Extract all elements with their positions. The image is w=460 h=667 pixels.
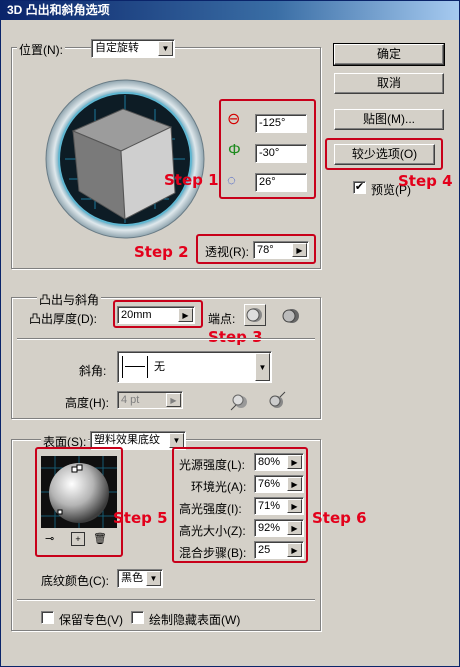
surface-value: 塑料效果底纹 <box>94 434 160 446</box>
blend-steps-field[interactable]: 25 ▶ <box>254 541 304 559</box>
blend-steps-label: 混合步骤(B): <box>179 546 247 560</box>
bevel-height-field[interactable]: 4 pt ▶ <box>117 391 183 409</box>
shade-color-select[interactable]: 黑色 ▼ <box>117 569 163 588</box>
title-bar: 3D 凸出和斜角选项 <box>1 1 459 20</box>
preview-checkbox[interactable]: ✔ <box>353 181 366 194</box>
highlight-intensity-field[interactable]: 71% ▶ <box>254 497 304 515</box>
light-intensity-label: 光源强度(L): <box>179 458 246 472</box>
extrude-separator <box>17 338 315 340</box>
rotation-y-value: -30° <box>259 147 280 159</box>
ambient-light-label: 环境光(A): <box>191 480 247 494</box>
triangle-right-icon: ▶ <box>287 499 302 513</box>
draw-hidden-checkbox[interactable] <box>131 611 144 624</box>
map-art-button[interactable]: 贴图(M)... <box>334 109 444 130</box>
step2-annotation: Step 2 <box>134 243 189 261</box>
bevel-height-label: 高度(H): <box>65 396 109 410</box>
position-preset-select[interactable]: 自定旋转 ▼ <box>91 39 175 58</box>
light-intensity-value: 80% <box>258 456 281 468</box>
cap-on-icon <box>246 308 262 322</box>
rotation-y-field[interactable]: -30° <box>255 144 307 163</box>
fewer-options-button[interactable]: 较少选项(O) <box>334 144 435 165</box>
ok-button[interactable]: 确定 <box>333 43 445 66</box>
rotation-track-cube[interactable] <box>45 79 205 239</box>
highlight-size-value: 92% <box>258 522 281 534</box>
ambient-light-field[interactable]: 76% ▶ <box>254 475 304 493</box>
triangle-right-icon: ▶ <box>287 455 302 469</box>
extrude-depth-value: 20mm <box>121 309 152 321</box>
lighting-preview[interactable] <box>41 456 117 528</box>
highlight-intensity-value: 71% <box>258 500 281 512</box>
step4-annotation: Step 4 <box>398 172 453 190</box>
highlight-intensity-label: 高光强度(I): <box>179 502 242 516</box>
rotate-z-icon: ◌ <box>227 172 236 189</box>
bevel-in-button[interactable] <box>265 390 287 412</box>
shade-color-value: 黑色 <box>121 572 143 584</box>
triangle-right-icon: ▶ <box>287 521 302 535</box>
surface-separator <box>17 599 315 601</box>
blend-steps-value: 25 <box>258 544 271 556</box>
position-label: 位置(N): <box>17 41 65 58</box>
chevron-down-icon: ▼ <box>169 433 184 448</box>
preserve-spot-label: 保留专色(V) <box>59 613 123 627</box>
step6-annotation: Step 6 <box>312 509 367 527</box>
triangle-right-icon: ▶ <box>178 308 193 322</box>
position-preset-value: 自定旋转 <box>95 42 139 54</box>
bevel-label: 斜角: <box>79 364 107 378</box>
extrude-group-title: 凸出与斜角 <box>37 291 102 308</box>
dialog-window: 3D 凸出和斜角选项 位置(N): 自定旋转 ▼ ⊖ -125° Φ -30° … <box>0 0 460 667</box>
triangle-right-icon: ▶ <box>287 477 302 491</box>
move-light-back-button[interactable]: ⊸ <box>45 532 61 546</box>
triangle-right-icon: ▶ <box>292 243 307 257</box>
delete-light-button[interactable]: 🗑 <box>93 532 107 546</box>
bevel-height-value: 4 pt <box>121 394 140 406</box>
bevel-preview-icon <box>122 356 148 378</box>
triangle-right-icon: ▶ <box>166 393 181 407</box>
bevel-in-icon <box>269 391 286 408</box>
step1-annotation: Step 1 <box>164 171 219 189</box>
cap-on-button[interactable] <box>244 304 266 326</box>
track-cube-icon <box>45 79 205 239</box>
rotation-x-value: -125° <box>259 117 286 129</box>
bevel-out-icon <box>230 394 247 411</box>
step5-annotation: Step 5 <box>113 509 168 527</box>
light-intensity-field[interactable]: 80% ▶ <box>254 453 304 471</box>
shade-color-label: 底纹颜色(C): <box>41 574 109 588</box>
triangle-right-icon: ▶ <box>287 543 302 557</box>
cap-off-button[interactable] <box>281 306 301 326</box>
rotation-z-value: 26° <box>259 176 276 188</box>
draw-hidden-label: 绘制隐藏表面(W) <box>149 613 241 627</box>
extrude-depth-field[interactable]: 20mm ▶ <box>117 306 195 324</box>
ambient-light-value: 76% <box>258 478 281 490</box>
perspective-value: 78° <box>257 244 274 256</box>
bevel-out-button[interactable] <box>229 390 251 412</box>
extrude-depth-label: 凸出厚度(D): <box>29 312 97 326</box>
chevron-down-icon: ▼ <box>146 571 161 586</box>
rotation-x-field[interactable]: -125° <box>255 114 307 133</box>
perspective-field[interactable]: 78° ▶ <box>253 241 309 259</box>
lighting-sphere-icon <box>41 456 117 528</box>
cap-off-icon <box>282 309 299 323</box>
rotation-z-field[interactable]: 26° <box>255 173 307 192</box>
step3-annotation: Step 3 <box>208 328 263 346</box>
rotate-y-icon: Φ <box>228 142 241 159</box>
preserve-spot-checkbox[interactable] <box>41 611 54 624</box>
perspective-label: 透视(R): <box>205 245 249 259</box>
chevron-down-icon: ▼ <box>255 353 270 381</box>
cancel-button[interactable]: 取消 <box>334 73 444 94</box>
cap-label: 端点: <box>208 312 236 326</box>
highlight-size-label: 高光大小(Z): <box>179 524 246 538</box>
new-light-button[interactable]: + <box>71 532 85 546</box>
bevel-select[interactable]: 无 ▼ <box>117 351 272 383</box>
chevron-down-icon: ▼ <box>158 41 173 56</box>
highlight-size-field[interactable]: 92% ▶ <box>254 519 304 537</box>
rotate-x-icon: ⊖ <box>227 111 241 128</box>
bevel-value: 无 <box>154 361 165 373</box>
